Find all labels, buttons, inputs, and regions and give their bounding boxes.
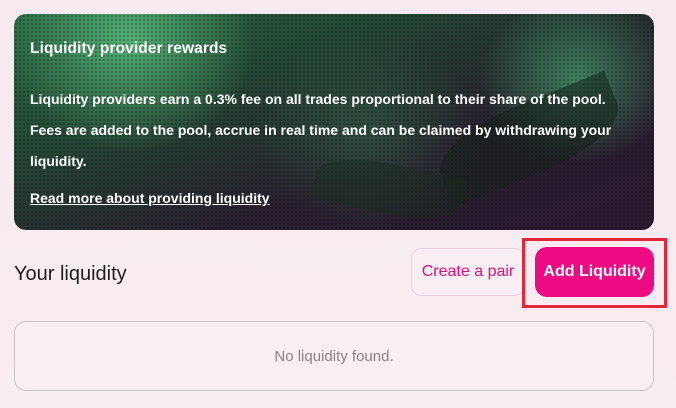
banner-text-line: Fees are added to the pool, accrue in re… <box>30 122 612 138</box>
liquidity-empty-state: No liquidity found. <box>14 321 654 391</box>
read-more-link[interactable]: Read more about providing liquidity <box>30 190 270 206</box>
banner-text-line: Liquidity providers earn a 0.3% fee on a… <box>30 91 606 107</box>
your-liquidity-heading: Your liquidity <box>14 263 127 285</box>
banner-title: Liquidity provider rewards <box>30 40 228 57</box>
banner-text-line: liquidity. <box>30 153 87 169</box>
liquidity-rewards-banner: Liquidity provider rewards Liquidity pro… <box>14 14 654 230</box>
create-pair-button[interactable]: Create a pair <box>411 248 525 296</box>
empty-state-text: No liquidity found. <box>274 347 394 365</box>
banner-description: Liquidity providers earn a 0.3% fee on a… <box>30 84 642 177</box>
add-liquidity-button[interactable]: Add Liquidity <box>535 247 654 297</box>
